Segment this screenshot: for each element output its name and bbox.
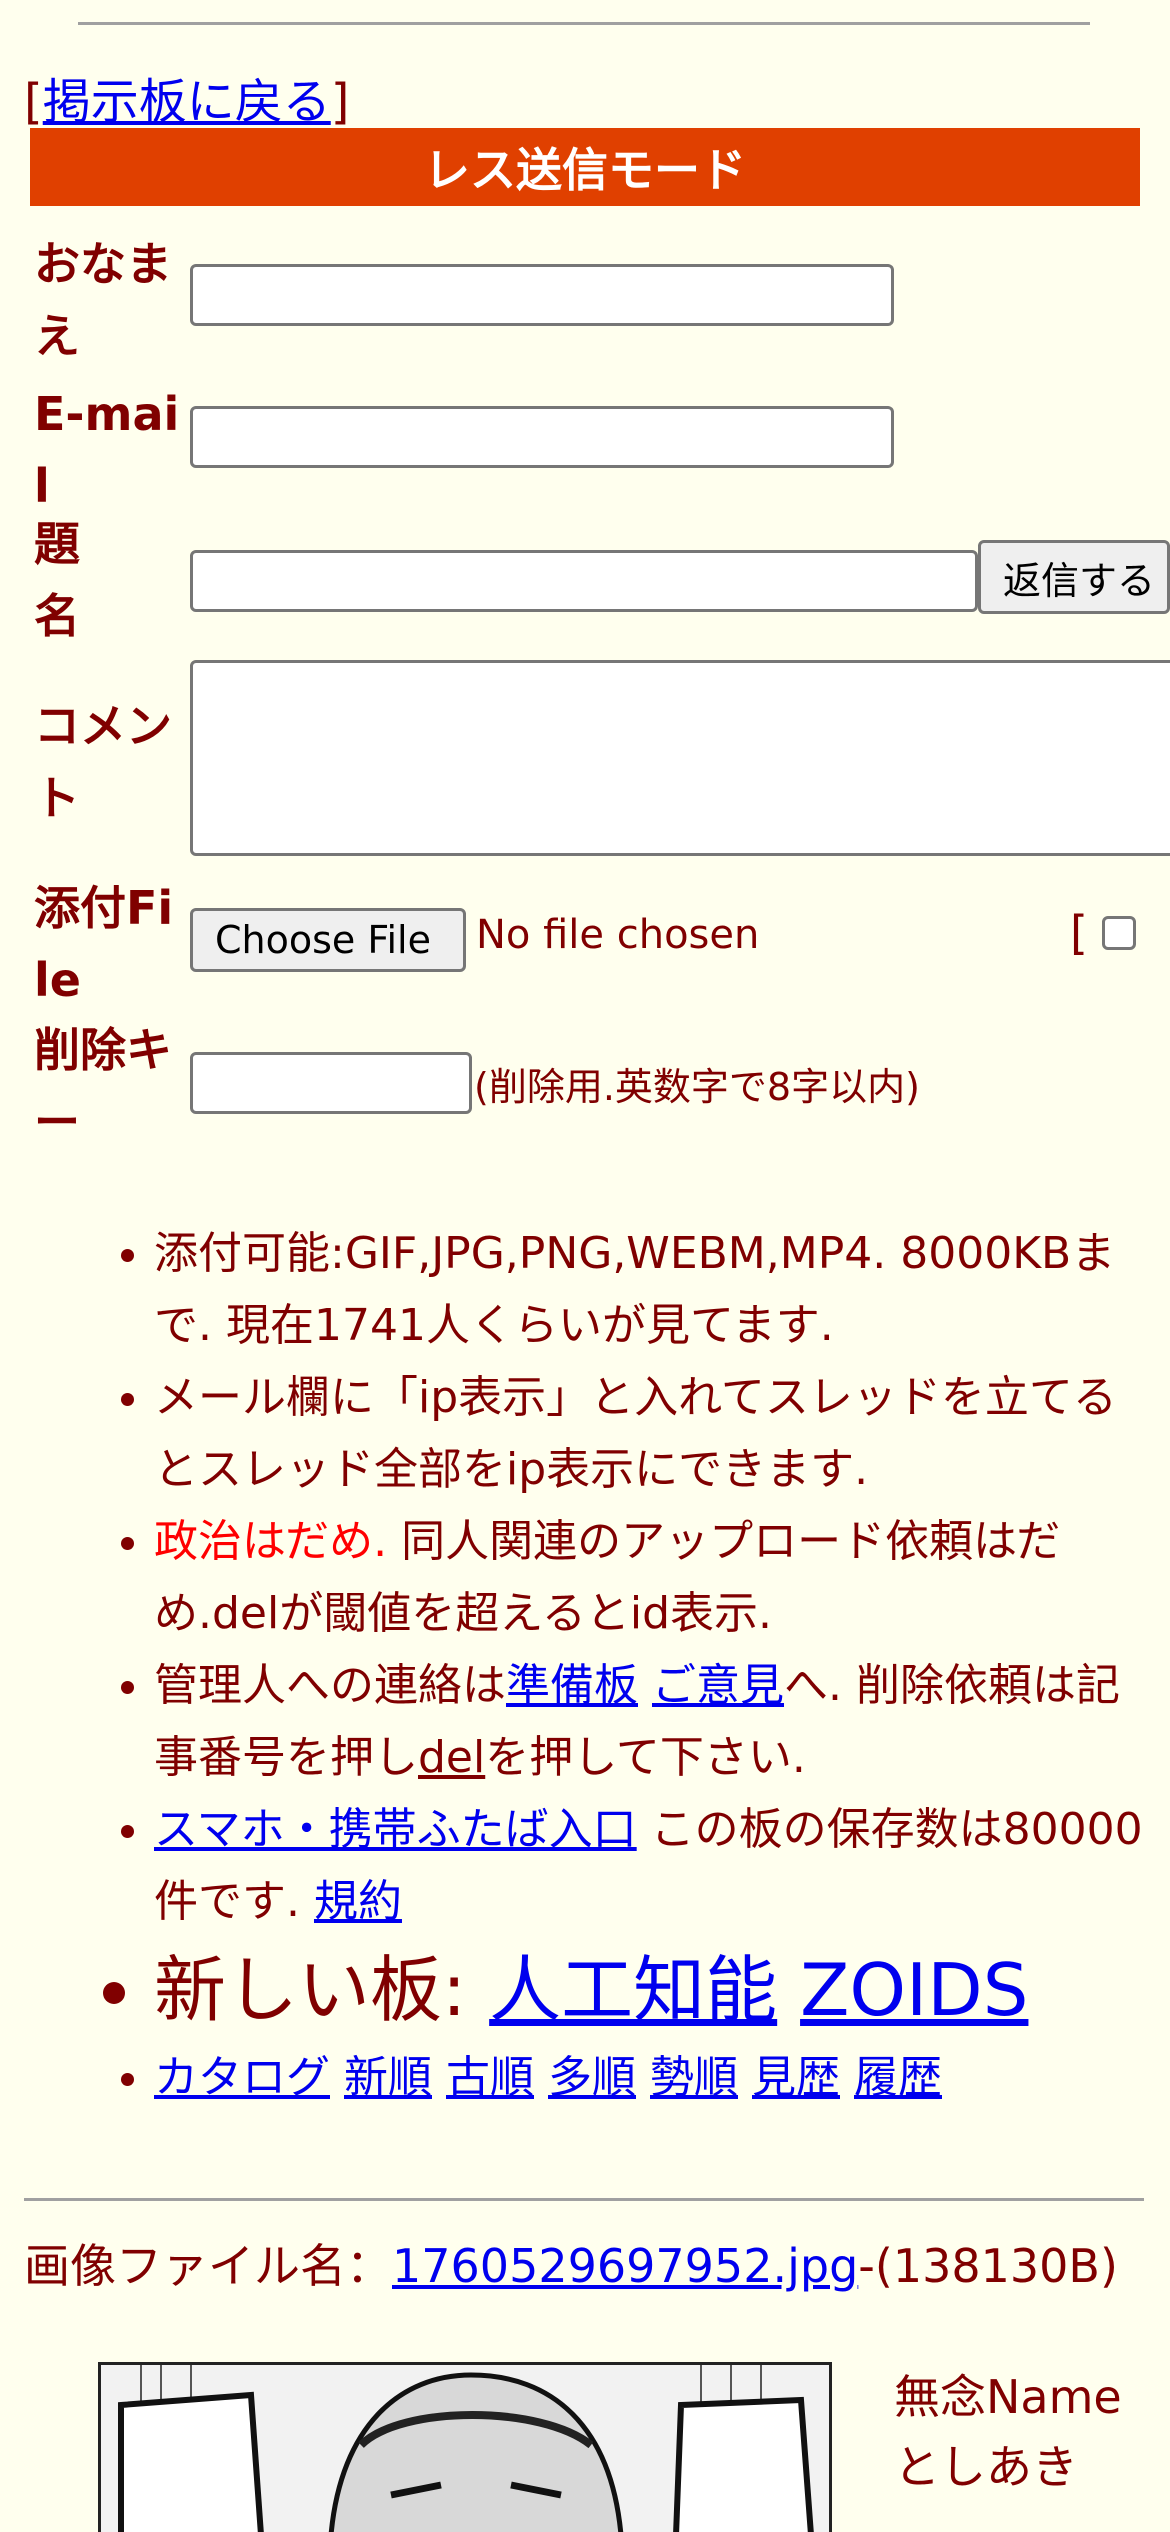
sort-old-link[interactable]: 古順 — [446, 2052, 534, 2103]
back-nav: [掲示板に戻る] — [24, 62, 349, 132]
email-label: E-mail — [34, 387, 180, 513]
ai-board-link[interactable]: 人工知能 — [489, 1948, 777, 2032]
reply-submit-button[interactable]: 返信する — [978, 540, 1170, 614]
mobile-entrance-link[interactable]: スマホ・携帯ふたば入口 — [154, 1804, 637, 1855]
bracket-close: ] — [330, 74, 350, 130]
subject-input[interactable] — [190, 550, 978, 612]
post-history-link[interactable]: 履歴 — [854, 2052, 942, 2103]
sort-many-link[interactable]: 多順 — [548, 2052, 636, 2103]
manga-panel-image — [101, 2365, 829, 2532]
back-to-board-link[interactable]: 掲示板に戻る — [43, 74, 331, 130]
zoids-board-link[interactable]: ZOIDS — [800, 1948, 1028, 2032]
file-label: 添付File — [34, 881, 174, 1007]
catalog-link[interactable]: カタログ — [154, 2052, 330, 2103]
prep-board-link[interactable]: 準備板 — [506, 1660, 638, 1711]
post-file-info: 画像ファイル名：1760529697952.jpg-(138130B) — [24, 2236, 1144, 2296]
note-contact: 管理人への連絡は準備板 ご意見へ. 削除依頼は記事番号を押しdelを押して下さい… — [154, 1650, 1160, 1794]
subject-label: 題名 — [34, 517, 80, 643]
note-ip-text: メール欄に「ip表示」と入れてスレッドを立てるとスレッド全部をip表示にできます… — [154, 1372, 1117, 1495]
file-prefix: 画像ファイル名： — [24, 2239, 392, 2293]
comment-textarea[interactable] — [190, 660, 1170, 856]
rules-link[interactable]: 規約 — [314, 1876, 402, 1927]
choose-file-button[interactable]: Choose File — [190, 908, 466, 972]
note-contact-text-c: を押して下さい. — [485, 1732, 806, 1783]
del-link[interactable]: del — [418, 1732, 485, 1783]
note-ip-display: メール欄に「ip表示」と入れてスレッドを立てるとスレッド全部をip表示にできます… — [154, 1362, 1160, 1506]
delkey-label: 削除キー — [34, 1023, 172, 1149]
top-divider — [78, 22, 1090, 25]
image-option-bracket: [ — [1070, 906, 1088, 960]
note-rules: 政治はだめ. 同人関連のアップロード依頼はだめ.delが閾値を超えるとid表示. — [154, 1506, 1160, 1650]
post-author: 無念Name としあき — [894, 2362, 1122, 2502]
viewed-history-link[interactable]: 見歴 — [752, 2052, 840, 2103]
sort-momentum-link[interactable]: 勢順 — [650, 2052, 738, 2103]
feedback-link[interactable]: ご意見 — [652, 1660, 784, 1711]
poster-name: としあき — [894, 2440, 1078, 2494]
name-input[interactable] — [190, 264, 894, 326]
email-input[interactable] — [190, 406, 894, 468]
new-boards-text: 新しい板: — [154, 1948, 490, 2032]
note-mobile: スマホ・携帯ふたば入口 この板の保存数は80000件です. 規約 — [154, 1794, 1160, 1938]
thread-divider — [24, 2198, 1144, 2201]
board-notes-list: 添付可能:GIF,JPG,PNG,WEBM,MP4. 8000KBまで. 現在1… — [0, 1218, 1160, 2114]
reply-mode-banner: レス送信モード — [30, 128, 1140, 206]
note-contact-text-a: 管理人への連絡は — [154, 1660, 506, 1711]
no-file-text: No file chosen — [476, 912, 760, 958]
delkey-input[interactable] — [190, 1052, 472, 1114]
file-size: -(138130B) — [858, 2239, 1118, 2293]
name-label: おなまえ — [34, 237, 172, 363]
name-line: 無念Name — [894, 2370, 1122, 2424]
post-image-thumbnail[interactable] — [98, 2362, 832, 2532]
delkey-hint: (削除用.英数字で8字以内) — [474, 1065, 920, 1109]
sort-new-link[interactable]: 新順 — [344, 2052, 432, 2103]
comment-label: コメント — [34, 699, 172, 825]
bracket-open: [ — [24, 74, 43, 130]
note-upload-text: 添付可能:GIF,JPG,PNG,WEBM,MP4. 8000KBまで. 現在1… — [154, 1228, 1116, 1351]
image-option-checkbox[interactable] — [1102, 916, 1136, 950]
note-politics-warning: 政治はだめ. — [154, 1516, 388, 1567]
note-sort-links: カタログ 新順 古順 多順 勢順 見歴 履歴 — [154, 2042, 1160, 2114]
image-file-link[interactable]: 1760529697952.jpg — [392, 2239, 858, 2293]
note-new-boards: 新しい板: 人工知能 ZOIDS — [154, 1938, 1160, 2042]
note-upload-limit: 添付可能:GIF,JPG,PNG,WEBM,MP4. 8000KBまで. 現在1… — [154, 1218, 1160, 1362]
